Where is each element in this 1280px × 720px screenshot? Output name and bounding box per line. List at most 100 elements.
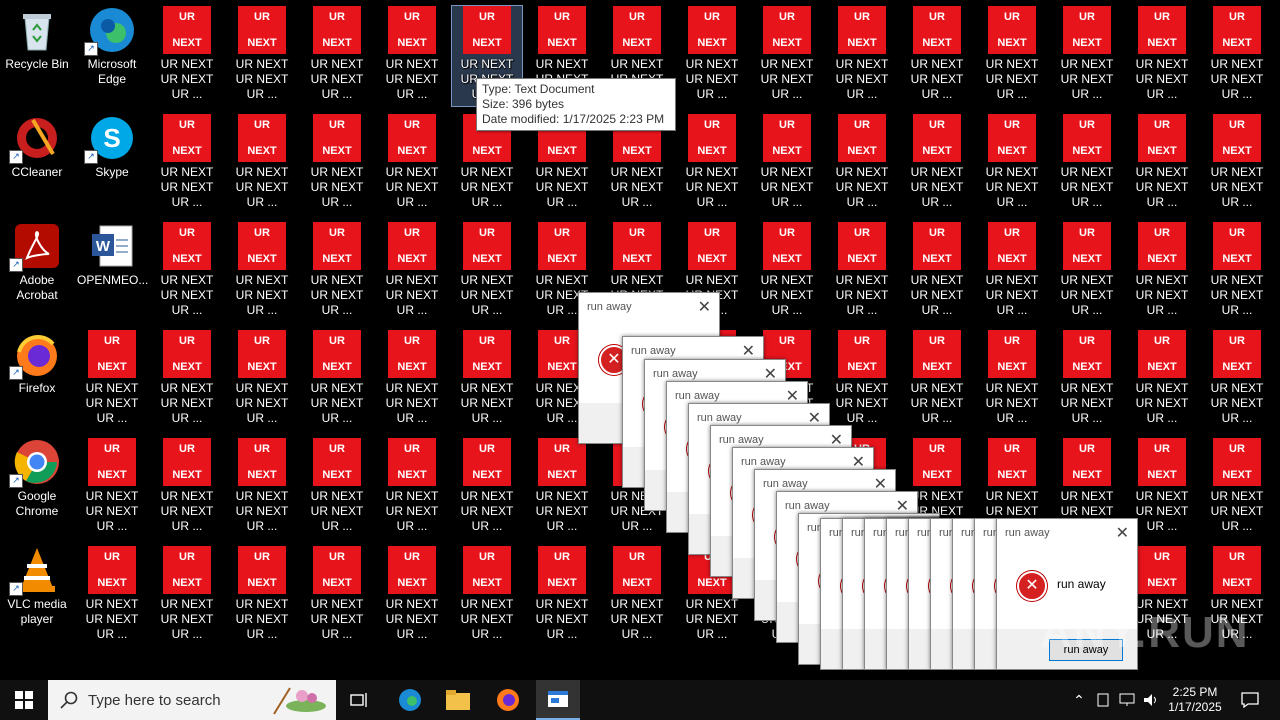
desktop-file-ur-next-12[interactable]: UR NEXT UR NEXT UR NEXT UR ...: [1052, 6, 1122, 106]
taskbar-active-app[interactable]: [536, 680, 580, 720]
tray-device-icon[interactable]: [1092, 680, 1114, 720]
desktop-file-ur-next-49[interactable]: UR NEXT UR NEXT UR NEXT UR ...: [377, 330, 447, 430]
desktop-file-ur-next-67[interactable]: UR NEXT UR NEXT UR NEXT UR ...: [527, 438, 597, 538]
desktop-file-ur-next-41[interactable]: UR NEXT UR NEXT UR NEXT UR ...: [977, 222, 1047, 322]
desktop-file-ur-next-46[interactable]: UR NEXT UR NEXT UR NEXT UR ...: [152, 330, 222, 430]
desktop-file-ur-next-14[interactable]: UR NEXT UR NEXT UR NEXT UR ...: [1202, 6, 1272, 106]
desktop-file-ur-next-34[interactable]: UR NEXT UR NEXT UR NEXT UR ...: [452, 222, 522, 322]
dialog-title: run away: [587, 301, 632, 313]
desktop-file-ur-next-33[interactable]: UR NEXT UR NEXT UR NEXT UR ...: [377, 222, 447, 322]
desktop-file-ur-next-59[interactable]: UR NEXT UR NEXT UR NEXT UR ...: [1127, 330, 1197, 430]
desktop-file-ur-next-77[interactable]: UR NEXT UR NEXT UR NEXT UR ...: [77, 546, 147, 646]
desktop-file-ur-next-2[interactable]: UR NEXT UR NEXT UR NEXT UR ...: [302, 6, 372, 106]
desktop-file-ur-next-26[interactable]: UR NEXT UR NEXT UR NEXT UR ...: [977, 114, 1047, 214]
taskbar-search-box[interactable]: Type here to search: [48, 680, 336, 720]
desktop-file-ur-next-16[interactable]: UR NEXT UR NEXT UR NEXT UR ...: [227, 114, 297, 214]
desktop-file-ur-next-31[interactable]: UR NEXT UR NEXT UR NEXT UR ...: [227, 222, 297, 322]
desktop-file-ur-next-10[interactable]: UR NEXT UR NEXT UR NEXT UR ...: [902, 6, 972, 106]
desktop-icon-skype[interactable]: S ↗ Skype: [77, 114, 147, 214]
close-icon[interactable]: ✕: [742, 341, 755, 361]
taskbar-edge[interactable]: [390, 680, 430, 720]
desktop-icon-adobe-acrobat[interactable]: ↗ Adobe Acrobat: [2, 222, 72, 322]
show-hidden-icons-button[interactable]: ⌃: [1068, 680, 1090, 720]
tray-volume-icon[interactable]: [1140, 680, 1162, 720]
desktop-file-ur-next-0[interactable]: UR NEXT UR NEXT UR NEXT UR ...: [152, 6, 222, 106]
desktop-file-ur-next-25[interactable]: UR NEXT UR NEXT UR NEXT UR ...: [902, 114, 972, 214]
task-view-button[interactable]: [340, 680, 380, 720]
action-center-button[interactable]: [1232, 680, 1268, 720]
desktop-file-ur-next-24[interactable]: UR NEXT UR NEXT UR NEXT UR ...: [827, 114, 897, 214]
red-tile-icon: URNEXT: [763, 114, 811, 162]
network-icon: [1119, 693, 1135, 706]
desktop-file-ur-next-39[interactable]: UR NEXT UR NEXT UR NEXT UR ...: [827, 222, 897, 322]
desktop-file-ur-next-22[interactable]: UR NEXT UR NEXT UR NEXT UR ...: [677, 114, 747, 214]
desktop-file-ur-next-76[interactable]: UR NEXT UR NEXT UR NEXT UR ...: [1202, 438, 1272, 538]
desktop-file-ur-next-11[interactable]: UR NEXT UR NEXT UR NEXT UR ...: [977, 6, 1047, 106]
desktop-file-ur-next-7[interactable]: UR NEXT UR NEXT UR NEXT UR ...: [677, 6, 747, 106]
desktop-file-ur-next-78[interactable]: UR NEXT UR NEXT UR NEXT UR ...: [152, 546, 222, 646]
desktop-icon-recycle-bin[interactable]: Recycle Bin: [2, 6, 72, 106]
desktop-file-ur-next-42[interactable]: UR NEXT UR NEXT UR NEXT UR ...: [1052, 222, 1122, 322]
desktop-file-ur-next-66[interactable]: UR NEXT UR NEXT UR NEXT UR ...: [452, 438, 522, 538]
desktop-file-ur-next-56[interactable]: UR NEXT UR NEXT UR NEXT UR ...: [902, 330, 972, 430]
close-icon[interactable]: ✕: [1116, 523, 1129, 543]
desktop-file-ur-next-18[interactable]: UR NEXT UR NEXT UR NEXT UR ...: [377, 114, 447, 214]
taskbar-firefox[interactable]: [488, 680, 528, 720]
desktop-file-ur-next-44[interactable]: UR NEXT UR NEXT UR NEXT UR ...: [1202, 222, 1272, 322]
desktop-file-ur-next-43[interactable]: UR NEXT UR NEXT UR NEXT UR ...: [1127, 222, 1197, 322]
desktop-file-ur-next-84[interactable]: UR NEXT UR NEXT UR NEXT UR ...: [602, 546, 672, 646]
desktop-file-ur-next-8[interactable]: UR NEXT UR NEXT UR NEXT UR ...: [752, 6, 822, 106]
desktop-file-ur-next-27[interactable]: UR NEXT UR NEXT UR NEXT UR ...: [1052, 114, 1122, 214]
taskbar-clock[interactable]: 2:25 PM 1/17/2025: [1164, 680, 1226, 720]
dialog-title: run away: [631, 345, 676, 357]
desktop-file-ur-next-64[interactable]: UR NEXT UR NEXT UR NEXT UR ...: [302, 438, 372, 538]
desktop-file-ur-next-81[interactable]: UR NEXT UR NEXT UR NEXT UR ...: [377, 546, 447, 646]
desktop-file-ur-next-23[interactable]: UR NEXT UR NEXT UR NEXT UR ...: [752, 114, 822, 214]
desktop-icon-vlc[interactable]: ↗ VLC media player: [2, 546, 72, 646]
desktop-file-ur-next-17[interactable]: UR NEXT UR NEXT UR NEXT UR ...: [302, 114, 372, 214]
taskbar-file-explorer[interactable]: [438, 680, 478, 720]
desktop-file-ur-next-62[interactable]: UR NEXT UR NEXT UR NEXT UR ...: [152, 438, 222, 538]
desktop-file-ur-next-83[interactable]: UR NEXT UR NEXT UR NEXT UR ...: [527, 546, 597, 646]
desktop-file-ur-next-30[interactable]: UR NEXT UR NEXT UR NEXT UR ...: [152, 222, 222, 322]
close-icon[interactable]: ✕: [698, 297, 711, 317]
desktop-icon-chrome[interactable]: ↗ Google Chrome: [2, 438, 72, 538]
desktop-file-ur-next-57[interactable]: UR NEXT UR NEXT UR NEXT UR ...: [977, 330, 1047, 430]
desktop-file-ur-next-45[interactable]: UR NEXT UR NEXT UR NEXT UR ...: [77, 330, 147, 430]
desktop-file-ur-next-32[interactable]: UR NEXT UR NEXT UR NEXT UR ...: [302, 222, 372, 322]
notification-icon: [1241, 692, 1259, 708]
desktop-icon-label: UR NEXT UR NEXT UR ...: [835, 381, 889, 425]
desktop-file-ur-next-79[interactable]: UR NEXT UR NEXT UR NEXT UR ...: [227, 546, 297, 646]
tray-network-icon[interactable]: [1116, 680, 1138, 720]
desktop-file-ur-next-47[interactable]: UR NEXT UR NEXT UR NEXT UR ...: [227, 330, 297, 430]
start-button[interactable]: [0, 680, 48, 720]
desktop-icon-ccleaner[interactable]: ↗ CCleaner: [2, 114, 72, 214]
desktop-file-ur-next-60[interactable]: UR NEXT UR NEXT UR NEXT UR ...: [1202, 330, 1272, 430]
desktop-file-ur-next-28[interactable]: UR NEXT UR NEXT UR NEXT UR ...: [1127, 114, 1197, 214]
search-icon: [60, 691, 78, 709]
desktop-icon-edge[interactable]: ↗ Microsoft Edge: [77, 6, 147, 106]
desktop-file-ur-next-55[interactable]: UR NEXT UR NEXT UR NEXT UR ...: [827, 330, 897, 430]
desktop-icon-firefox[interactable]: ↗ Firefox: [2, 330, 72, 430]
desktop-file-ur-next-9[interactable]: UR NEXT UR NEXT UR NEXT UR ...: [827, 6, 897, 106]
desktop-file-ur-next-61[interactable]: UR NEXT UR NEXT UR NEXT UR ...: [77, 438, 147, 538]
desktop-file-ur-next-13[interactable]: UR NEXT UR NEXT UR NEXT UR ...: [1127, 6, 1197, 106]
desktop-file-ur-next-29[interactable]: UR NEXT UR NEXT UR NEXT UR ...: [1202, 114, 1272, 214]
desktop-file-ur-next-65[interactable]: UR NEXT UR NEXT UR NEXT UR ...: [377, 438, 447, 538]
desktop-file-ur-next-3[interactable]: UR NEXT UR NEXT UR NEXT UR ...: [377, 6, 447, 106]
desktop-file-ur-next-58[interactable]: UR NEXT UR NEXT UR NEXT UR ...: [1052, 330, 1122, 430]
desktop-icon-word-document[interactable]: W OPENMEO...: [77, 222, 148, 322]
desktop-file-ur-next-38[interactable]: UR NEXT UR NEXT UR NEXT UR ...: [752, 222, 822, 322]
desktop-file-ur-next-50[interactable]: UR NEXT UR NEXT UR NEXT UR ...: [452, 330, 522, 430]
desktop-file-ur-next-82[interactable]: UR NEXT UR NEXT UR NEXT UR ...: [452, 546, 522, 646]
desktop-file-ur-next-63[interactable]: UR NEXT UR NEXT UR NEXT UR ...: [227, 438, 297, 538]
desktop-file-ur-next-40[interactable]: UR NEXT UR NEXT UR NEXT UR ...: [902, 222, 972, 322]
firefox-icon: [497, 689, 519, 711]
desktop-icon-label: UR NEXT UR NEXT UR ...: [310, 273, 364, 317]
desktop-file-ur-next-1[interactable]: UR NEXT UR NEXT UR NEXT UR ...: [227, 6, 297, 106]
desktop-file-ur-next-15[interactable]: UR NEXT UR NEXT UR NEXT UR ...: [152, 114, 222, 214]
dialog-title: run away: [741, 456, 786, 468]
desktop-file-ur-next-48[interactable]: UR NEXT UR NEXT UR NEXT UR ...: [302, 330, 372, 430]
icon-image: W: [88, 222, 136, 270]
desktop-file-ur-next-80[interactable]: UR NEXT UR NEXT UR NEXT UR ...: [302, 546, 372, 646]
